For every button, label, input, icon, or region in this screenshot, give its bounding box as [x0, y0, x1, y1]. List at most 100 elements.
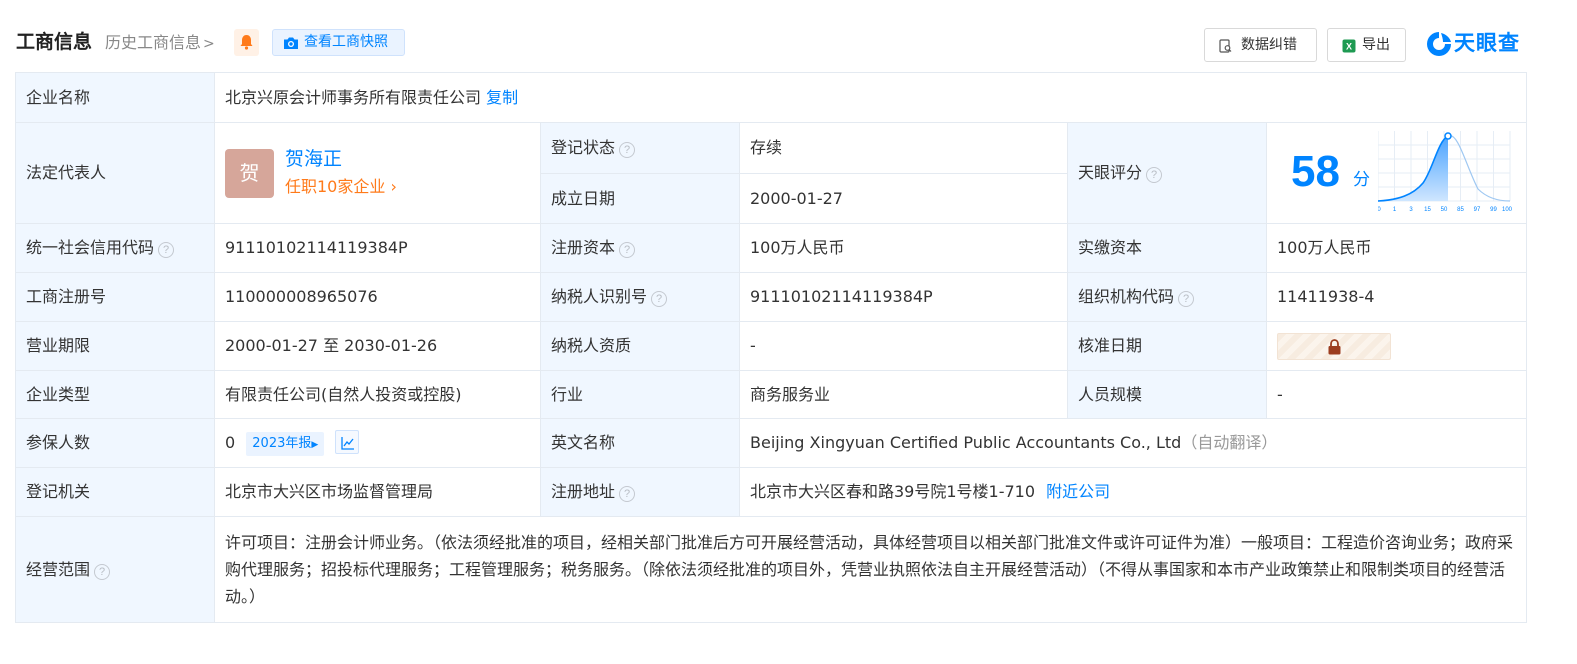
- help-icon[interactable]: ?: [619, 142, 636, 158]
- tianyan-score-label: 天眼评分: [1078, 163, 1143, 182]
- logo-text: 天眼查: [1454, 31, 1520, 55]
- help-icon[interactable]: ?: [94, 563, 111, 580]
- help-icon[interactable]: ?: [1178, 291, 1195, 307]
- reg-address-value: 北京市大兴区春和路39号院1号楼1-710: [750, 482, 1036, 501]
- org-code-value: 11411938-4: [1265, 272, 1528, 322]
- tick-label: 0: [1378, 207, 1381, 213]
- legal-rep-jobs-link[interactable]: 任职10家企业 ›: [285, 176, 397, 198]
- legal-rep-jobs-label: 任职10家企业: [285, 177, 386, 196]
- annual-report-link[interactable]: 2023年报▶: [246, 432, 325, 456]
- score-distribution-chart: 0 1 3 15 50 85 97 99 100: [1378, 131, 1512, 213]
- export-button[interactable]: X 导出: [1327, 28, 1406, 62]
- legal-rep-name-link[interactable]: 贺海正: [285, 147, 342, 171]
- annual-report-label: 2023年报: [252, 436, 312, 451]
- help-icon[interactable]: ?: [158, 242, 175, 258]
- business-scope-value: 许可项目：注册会计师业务。（依法须经批准的项目，经相关部门批准后方可开展经营活动…: [225, 533, 1514, 606]
- table-row: 统一社会信用代码? 91110102114119384P 注册资本? 100万人…: [15, 223, 1528, 273]
- chevron-right-icon: ›: [390, 177, 397, 196]
- tick-label: 85: [1457, 207, 1464, 213]
- caret-right-icon: ▶: [311, 440, 319, 450]
- camera-icon: [284, 37, 298, 49]
- view-snapshot-button[interactable]: 查看工商快照: [272, 29, 405, 56]
- reg-capital-label-cell: 注册资本?: [540, 223, 740, 273]
- credit-code-label: 统一社会信用代码: [26, 238, 155, 257]
- table-row: 工商注册号 110000008965076 纳税人识别号? 9111010211…: [15, 272, 1528, 322]
- reg-status-label: 登记状态: [551, 138, 616, 157]
- logo-mark-icon: [1427, 32, 1451, 56]
- score-marker: [1444, 132, 1452, 140]
- excel-icon: X: [1342, 39, 1356, 53]
- vip-locked-button[interactable]: [1277, 332, 1391, 360]
- company-name-cell: 北京兴原会计师事务所有限责任公司 复制: [213, 72, 1528, 123]
- data-correction-button[interactable]: 数据纠错: [1204, 28, 1317, 62]
- business-scope-label-cell: 经营范围?: [15, 516, 215, 623]
- approval-date-label: 核准日期: [1067, 321, 1267, 371]
- company-name-value: 北京兴原会计师事务所有限责任公司: [225, 87, 482, 107]
- tick-label: 15: [1424, 207, 1431, 213]
- reg-status-value: 存续: [739, 122, 1068, 174]
- help-icon[interactable]: ?: [619, 242, 636, 258]
- score-unit: 分: [1353, 170, 1370, 190]
- business-term-label: 营业期限: [15, 321, 215, 371]
- history-link[interactable]: 历史工商信息 >: [105, 30, 215, 57]
- data-correction-label: 数据纠错: [1241, 37, 1297, 53]
- tianyancha-logo: 天眼查: [1426, 28, 1526, 60]
- bell-icon: [240, 35, 253, 50]
- tick-label: 3: [1409, 207, 1413, 213]
- org-code-label: 组织机构代码: [1078, 287, 1175, 306]
- staff-size-value: -: [1265, 370, 1528, 419]
- insured-value: 0: [225, 433, 236, 452]
- tick-label: 50: [1441, 207, 1448, 213]
- table-row: 法定代表人 贺 贺海正 任职10家企业 › 登记状态? 存续 天眼评分? 58 …: [15, 122, 1528, 224]
- english-name-cell: Beijing Xingyuan Certified Public Accoun…: [738, 418, 1528, 468]
- company-type-value: 有限责任公司(自然人投资或控股): [214, 370, 541, 419]
- org-code-label-cell: 组织机构代码?: [1067, 272, 1267, 322]
- paid-capital-value: 100万人民币: [1265, 223, 1528, 273]
- business-info-table: 企业名称 北京兴原会计师事务所有限责任公司 复制 法定代表人 贺 贺海正 任职1…: [15, 72, 1528, 623]
- line-chart-icon: [341, 437, 355, 450]
- reg-authority-label: 登记机关: [15, 467, 215, 517]
- tick-label: 100: [1502, 207, 1512, 213]
- help-icon[interactable]: ?: [619, 486, 636, 502]
- avatar[interactable]: 贺: [225, 149, 274, 198]
- reg-capital-value: 100万人民币: [739, 223, 1068, 273]
- established-value: 2000-01-27: [739, 173, 1068, 224]
- export-label: 导出: [1362, 37, 1390, 53]
- table-row: 营业期限 2000-01-27 至 2030-01-26 纳税人资质 - 核准日…: [15, 321, 1528, 371]
- reg-number-label: 工商注册号: [15, 272, 215, 322]
- taxpayer-qual-label: 纳税人资质: [540, 321, 740, 371]
- help-icon[interactable]: ?: [651, 291, 668, 307]
- legal-rep-cell: 贺 贺海正 任职10家企业 ›: [214, 122, 541, 224]
- established-label: 成立日期: [540, 173, 740, 224]
- legal-rep-label: 法定代表人: [15, 122, 215, 224]
- history-link-label: 历史工商信息: [105, 33, 202, 52]
- tianyan-score-label-cell: 天眼评分?: [1067, 122, 1267, 224]
- reg-address-label: 注册地址: [551, 482, 616, 501]
- help-icon[interactable]: ?: [1146, 167, 1163, 183]
- reg-address-cell: 北京市大兴区春和路39号院1号楼1-710 附近公司: [738, 467, 1528, 517]
- taxpayer-id-value: 91110102114119384P: [739, 272, 1068, 322]
- reg-number-value: 110000008965076: [214, 272, 541, 322]
- business-scope-label: 经营范围: [26, 559, 91, 579]
- credit-code-label-cell: 统一社会信用代码?: [15, 223, 215, 273]
- tick-label: 1: [1393, 207, 1397, 213]
- table-row: 参保人数 0 2023年报▶ 英文名称 Beijing Xingyuan Cer…: [15, 418, 1528, 468]
- industry-value: 商务服务业: [739, 370, 1068, 419]
- copy-link[interactable]: 复制: [486, 88, 518, 107]
- english-name-label: 英文名称: [540, 418, 740, 468]
- reg-status-label-cell: 登记状态?: [540, 122, 740, 174]
- tianyan-score-cell[interactable]: 58 分 0 1 3 15 50 85 97 99 100: [1265, 122, 1528, 224]
- reg-authority-value: 北京市大兴区市场监督管理局: [214, 467, 541, 517]
- svg-text:X: X: [1346, 42, 1352, 52]
- tick-label: 99: [1490, 207, 1497, 213]
- chevron-right-icon: >: [203, 36, 215, 52]
- business-scope-cell: 许可项目：注册会计师业务。（依法须经批准的项目，经相关部门批准后方可开展经营活动…: [213, 516, 1528, 623]
- english-name-value: Beijing Xingyuan Certified Public Accoun…: [750, 433, 1182, 452]
- section-title: 工商信息: [16, 31, 93, 53]
- table-row: 企业类型 有限责任公司(自然人投资或控股) 行业 商务服务业 人员规模 -: [15, 370, 1528, 419]
- company-type-label: 企业类型: [15, 370, 215, 419]
- trend-chart-button[interactable]: [335, 430, 360, 454]
- nearby-companies-link[interactable]: 附近公司: [1046, 482, 1110, 501]
- follow-bell-button[interactable]: [234, 29, 259, 56]
- paid-capital-label: 实缴资本: [1067, 223, 1267, 273]
